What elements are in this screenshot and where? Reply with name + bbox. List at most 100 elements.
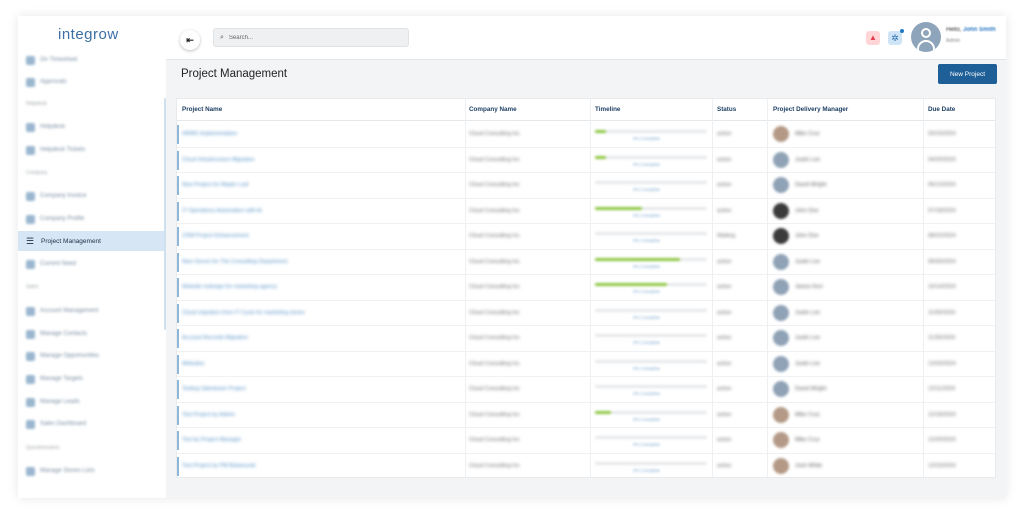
- timeline-label: 0% Complete: [633, 467, 661, 473]
- sidebar-item-manage-targets[interactable]: Manage Targets: [18, 369, 164, 389]
- timeline-label: 0% Complete: [633, 289, 661, 294]
- status-text: active: [717, 284, 732, 290]
- status-text: active: [717, 411, 732, 418]
- sidebar-item-label: Account Management: [40, 308, 99, 314]
- search-icon: ⌕: [220, 33, 224, 41]
- timeline-progress: 0% Complete: [595, 205, 707, 221]
- new-project-button[interactable]: New Project: [938, 64, 997, 84]
- table-row[interactable]: IT Operations Automation with AI Cloud Co…: [177, 199, 995, 224]
- company-name: Cloud Consulting Inc: [469, 207, 520, 214]
- table-row[interactable]: Website redesign for marketing agency Clo…: [177, 275, 995, 301]
- manager-avatar: [773, 126, 789, 142]
- col-header-delivery-manager[interactable]: Project Delivery Manager: [773, 106, 848, 113]
- sidebar-item-company-profile[interactable]: Company Profile: [18, 209, 164, 229]
- sidebar-item-timesheet[interactable]: On Timesheet: [18, 50, 164, 70]
- table-row[interactable]: Test Project by Admin Cloud Consulting In…: [177, 403, 995, 428]
- company-name: Cloud Consulting Inc: [469, 462, 520, 469]
- company-name: Cloud Consulting Inc: [469, 131, 520, 137]
- table-row[interactable]: New Server for The Consulting Department…: [177, 250, 995, 275]
- project-name-link[interactable]: Test Project by PM Balamurali: [182, 463, 462, 469]
- company-name: Cloud Consulting Inc: [469, 284, 520, 290]
- sidebar-item-helpdesk[interactable]: Helpdesk: [18, 117, 164, 137]
- sidebar-item-helpdesk-tickets[interactable]: Helpdesk Tickets: [18, 140, 164, 160]
- ticket-icon: [26, 145, 35, 155]
- col-header-status[interactable]: Status: [717, 106, 736, 113]
- project-name-link[interactable]: Account Records Migration: [182, 335, 462, 341]
- sidebar-item-manage-stores[interactable]: Manage Stores Lists: [18, 461, 164, 481]
- table-row[interactable]: Cloud Infrastructure Migration Cloud Cons…: [177, 148, 995, 173]
- sidebar-item-current-need[interactable]: Current Need: [18, 254, 164, 274]
- timeline-label: 0% Complete: [633, 340, 661, 345]
- settings-gear-icon[interactable]: ✲: [888, 29, 904, 45]
- project-name-link[interactable]: Testing Salesteam Project: [182, 386, 462, 392]
- manager-avatar: [773, 253, 789, 270]
- project-name-link[interactable]: New Server for The Consulting Department: [182, 259, 462, 265]
- timeline-progress: 0% Complete: [595, 460, 707, 476]
- project-name-link[interactable]: Cloud migration from IT Cycle for market…: [182, 310, 462, 316]
- project-name-link[interactable]: Cloud Infrastructure Migration: [182, 157, 462, 163]
- table-row[interactable]: Cloud migration from IT Cycle for market…: [177, 301, 995, 326]
- table-row[interactable]: Test Project by PM Balamurali Cloud Consu…: [177, 454, 995, 478]
- due-date: 12/03/2024: [928, 360, 956, 367]
- project-name-link[interactable]: New Project for Maple Leaf: [182, 182, 462, 188]
- project-name-link[interactable]: CRM Project Enhancement: [182, 233, 462, 239]
- top-bar: ⇤ ⌕ ▲ ✲ Hello, John Smith Admin: [166, 16, 1006, 60]
- sidebar-item-manage-leads[interactable]: Manage Leads: [18, 392, 164, 412]
- timeline-progress: 0% Complete: [595, 358, 707, 374]
- table-row[interactable]: Test by Project Manager Cloud Consulting …: [177, 428, 995, 454]
- notification-bell-icon[interactable]: ▲: [866, 31, 880, 45]
- table-row[interactable]: Account Records Migration Cloud Consultin…: [177, 326, 995, 352]
- sidebar-item-manage-contacts[interactable]: Manage Contacts: [18, 324, 164, 344]
- table-row[interactable]: Websites Cloud Consulting Inc 0% Complete a…: [177, 352, 995, 377]
- project-name-link[interactable]: HRMS Implementation: [182, 131, 462, 137]
- sidebar-item-manage-opportunities[interactable]: Manage Opportunities: [18, 346, 164, 366]
- company-name: Cloud Consulting Inc: [469, 258, 520, 265]
- manager-avatar: [773, 177, 789, 193]
- manager-name: Mike Cruz: [795, 437, 820, 443]
- sidebar-item-company-invoice[interactable]: Company Invoice: [18, 186, 164, 206]
- greeting-text: Hello,: [946, 27, 962, 33]
- app-logo[interactable]: integrow: [58, 26, 119, 43]
- col-header-timeline[interactable]: Timeline: [595, 106, 620, 113]
- manager-avatar: [773, 151, 789, 168]
- timeline-progress: 0% Complete: [595, 383, 707, 399]
- status-text: active: [717, 386, 732, 392]
- col-header-project-name[interactable]: Project Name: [182, 106, 222, 113]
- progress-fill: [595, 206, 643, 210]
- search-input[interactable]: [228, 34, 399, 41]
- company-name: Cloud Consulting Inc: [469, 309, 520, 316]
- timeline-label: 0% Complete: [633, 161, 661, 167]
- table-row[interactable]: New Project for Maple Leaf Cloud Consulti…: [177, 173, 995, 199]
- project-name-link[interactable]: Website redesign for marketing agency: [182, 284, 462, 290]
- sidebar-item-approvals[interactable]: Approvals: [18, 72, 164, 92]
- manager-name: Justin Lee: [795, 156, 821, 163]
- company-name: Cloud Consulting Inc: [469, 335, 520, 341]
- progress-track: [595, 308, 707, 312]
- sidebar-item-account-management[interactable]: Account Management: [18, 301, 164, 321]
- table-row[interactable]: CRM Project Enhancement Cloud Consulting …: [177, 224, 995, 250]
- progress-track: [595, 232, 707, 235]
- table-row[interactable]: HRMS Implementation Cloud Consulting Inc 0…: [177, 122, 995, 148]
- due-date: 09/30/2024: [928, 258, 956, 265]
- project-name-link[interactable]: IT Operations Automation with AI: [182, 208, 462, 214]
- table-row[interactable]: Testing Salesteam Project Cloud Consultin…: [177, 377, 995, 403]
- sidebar-scrollbar[interactable]: [164, 98, 166, 330]
- timeline-label: 0% Complete: [633, 391, 661, 396]
- manager-avatar: [773, 330, 789, 346]
- user-icon-body: [917, 40, 935, 52]
- user-avatar[interactable]: [911, 22, 941, 52]
- company-name: Cloud Consulting Inc: [469, 233, 520, 239]
- col-header-company-name[interactable]: Company Name: [469, 106, 517, 113]
- project-name-link[interactable]: Test by Project Manager: [182, 437, 462, 443]
- sidebar-toggle-button[interactable]: ⇤: [180, 30, 200, 50]
- project-name-link[interactable]: Websites: [182, 361, 462, 367]
- project-name-link[interactable]: Test Project by Admin: [182, 412, 462, 418]
- search-box[interactable]: ⌕: [213, 28, 409, 47]
- sidebar-item-sales-dashboard[interactable]: Sales Dashboard: [18, 414, 164, 434]
- col-header-due-date[interactable]: Due Date: [928, 106, 955, 113]
- user-name[interactable]: John Smith: [963, 27, 996, 33]
- progress-track: [595, 334, 707, 337]
- sidebar-item-project-management[interactable]: ☰ Project Management: [18, 231, 164, 251]
- timeline-label: 0% Complete: [633, 416, 661, 422]
- sidebar-heading: Sales: [26, 284, 39, 290]
